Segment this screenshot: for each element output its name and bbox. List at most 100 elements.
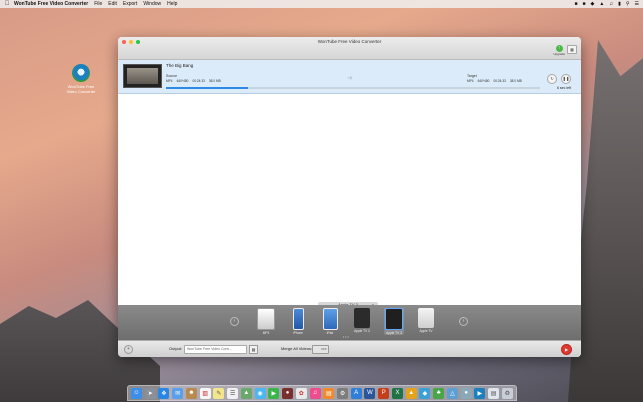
status-app-icon-2[interactable]: ■: [582, 1, 585, 7]
device-prev-button[interactable]: ‹: [230, 317, 239, 326]
app-icon-a[interactable]: ◆: [419, 387, 431, 399]
apple-tv-icon: [418, 308, 434, 328]
system-preferences-icon[interactable]: ⚙: [337, 387, 349, 399]
word-icon[interactable]: W: [364, 387, 376, 399]
apple-tv-2-icon: [354, 308, 370, 328]
wontube-dock-icon[interactable]: ▶: [474, 387, 486, 399]
wontube-app-icon: [72, 64, 90, 82]
spotlight-icon[interactable]: ⚲: [626, 1, 630, 7]
source-resolution: 640*480: [176, 79, 189, 83]
target-info[interactable]: Target MP4 640*480 00:24:33 38.0 MB: [467, 74, 522, 83]
menu-export[interactable]: Export: [123, 1, 137, 7]
add-file-button[interactable]: +: [124, 345, 133, 354]
upgrade-label: Upgrade: [553, 52, 565, 56]
menu-file[interactable]: File: [94, 1, 102, 7]
contacts-icon[interactable]: ☻: [185, 387, 197, 399]
source-duration: 00:24:33: [192, 79, 205, 83]
device-label: Apple TV 3: [386, 331, 402, 335]
menu-window[interactable]: Window: [143, 1, 161, 7]
window-title: WonTube Free Video Converter: [317, 39, 382, 44]
progress-fill: [166, 87, 249, 89]
facetime-icon[interactable]: ▶: [268, 387, 280, 399]
menu-edit[interactable]: Edit: [108, 1, 117, 7]
footer-bar: + Output: WonTube Free Video Conv... ▤ M…: [118, 340, 581, 357]
device-ipad[interactable]: iPad: [320, 308, 340, 335]
app-window: WonTube Free Video Converter ↑ Upgrade ▦…: [118, 37, 581, 357]
device-label: iPhone: [293, 331, 303, 335]
output-label: Output:: [169, 346, 183, 351]
apple-icon[interactable]: : [0, 1, 14, 7]
maps-icon[interactable]: ▲: [240, 387, 252, 399]
photos-icon[interactable]: ✿: [295, 387, 307, 399]
apple-tv-3-icon: [385, 308, 403, 330]
device-label: Apple TV 2: [354, 329, 370, 333]
target-duration: 00:24:33: [493, 79, 506, 83]
itunes-icon[interactable]: ♫: [309, 387, 321, 399]
device-apple-tv-2[interactable]: Apple TV 2: [352, 308, 372, 333]
conversion-progress-bar: [166, 87, 540, 89]
safari-icon[interactable]: ❖: [158, 387, 170, 399]
output-path-field[interactable]: WonTube Free Video Conv...: [184, 345, 247, 354]
desktop-app-label: WonTube Free Video Converter: [66, 84, 96, 94]
vlc-icon[interactable]: ▲: [405, 387, 417, 399]
reminders-icon[interactable]: ☰: [227, 387, 239, 399]
menu-app-name[interactable]: WonTube Free Video Converter: [14, 1, 88, 7]
mail-icon[interactable]: ✉: [172, 387, 184, 399]
window-titlebar[interactable]: WonTube Free Video Converter ↑ Upgrade ▦: [118, 37, 581, 60]
pause-button[interactable]: ❚❚: [561, 74, 571, 84]
trash-icon[interactable]: ♻: [501, 387, 513, 399]
device-apple-tv[interactable]: Apple TV: [416, 308, 436, 333]
status-app-icon[interactable]: ■: [574, 1, 577, 7]
device-label: iPad: [326, 331, 334, 335]
page-dots[interactable]: •••: [343, 335, 350, 339]
excel-icon[interactable]: X: [391, 387, 403, 399]
wifi-icon[interactable]: ▲: [599, 1, 604, 7]
menu-extras: ■ ■ ◆ ▲ ♫ ▮ ⚲ ☰: [574, 1, 643, 7]
notes-icon[interactable]: ✎: [213, 387, 225, 399]
refresh-button[interactable]: ↻: [547, 74, 557, 84]
powerpoint-icon[interactable]: P: [378, 387, 390, 399]
downloads-folder-icon[interactable]: ▤: [488, 387, 500, 399]
photo-booth-icon[interactable]: ●: [282, 387, 294, 399]
conversion-row[interactable]: The Big Bang Source MP4 640*480 00:24:33…: [118, 60, 581, 94]
device-iphone[interactable]: iPhone: [288, 308, 308, 335]
ipad-icon: [322, 308, 338, 330]
app-icon-d[interactable]: ●: [460, 387, 472, 399]
device-mp3[interactable]: MP3: [256, 308, 276, 335]
toolbar-settings-button[interactable]: ▦: [567, 45, 577, 54]
target-format: MP4: [467, 79, 474, 83]
menu-help[interactable]: Help: [167, 1, 177, 7]
battery-icon[interactable]: ▮: [618, 1, 621, 7]
merge-toggle[interactable]: OFF: [312, 345, 329, 354]
bluetooth-icon[interactable]: ◆: [591, 1, 595, 7]
target-label: Target: [467, 74, 477, 78]
device-panel: ‹ MP3 iPhone iPad Apple TV 2 Apple TV 3 …: [118, 305, 581, 341]
device-label: Apple TV: [419, 329, 433, 333]
ibooks-icon[interactable]: ▤: [323, 387, 335, 399]
device-apple-tv-3[interactable]: Apple TV 3: [384, 308, 404, 335]
app-icon-b[interactable]: ♣: [433, 387, 445, 399]
messages-icon[interactable]: ◉: [254, 387, 266, 399]
mp3-icon: [257, 308, 275, 330]
volume-icon[interactable]: ♫: [609, 1, 613, 7]
video-title: The Big Bang: [166, 63, 194, 68]
finder-icon[interactable]: ☺: [131, 387, 142, 399]
app-store-icon[interactable]: A: [350, 387, 362, 399]
open-folder-button[interactable]: ▤: [249, 345, 258, 354]
upgrade-button[interactable]: ↑ Upgrade: [553, 45, 565, 56]
upgrade-icon: ↑: [555, 45, 563, 52]
app-icon-c[interactable]: △: [446, 387, 458, 399]
convert-arrow-icon: ➜: [347, 75, 353, 82]
desktop-app-icon[interactable]: WonTube Free Video Converter: [64, 64, 98, 94]
device-next-button[interactable]: ›: [459, 317, 468, 326]
calendar-icon[interactable]: ▥: [199, 387, 211, 399]
target-resolution: 640*480: [477, 79, 490, 83]
source-format: MP4: [166, 79, 173, 83]
merge-label: Merge All Videos:: [281, 346, 313, 351]
notification-icon[interactable]: ☰: [635, 1, 639, 7]
convert-button[interactable]: ▶: [561, 344, 572, 355]
time-left-label: 6 sec left: [556, 86, 571, 90]
video-thumbnail[interactable]: [123, 64, 162, 88]
launchpad-icon[interactable]: ➤: [144, 387, 156, 399]
source-size: 38.0 MB: [208, 79, 221, 83]
